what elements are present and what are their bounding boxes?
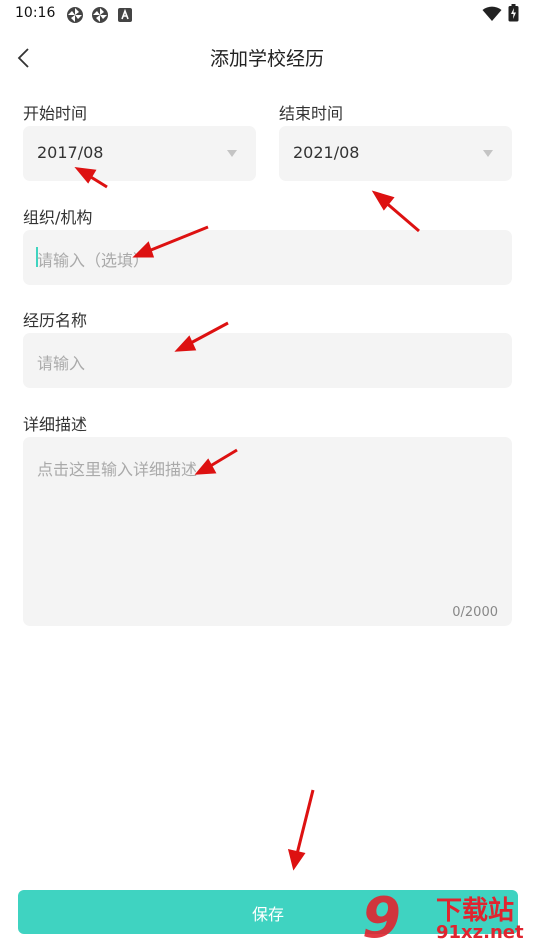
annotation-arrow-6 xyxy=(287,789,315,871)
nav-bar: 添加学校经历 xyxy=(0,34,534,80)
dropdown-arrow-icon xyxy=(227,150,237,157)
description-placeholder: 点击这里输入详细描述 xyxy=(37,460,198,479)
pinwheel-icon xyxy=(91,6,109,28)
organization-placeholder: 请输入（选填） xyxy=(37,251,150,270)
end-time-select[interactable]: 2021/08 xyxy=(279,126,512,181)
end-time-label: 结束时间 xyxy=(279,104,344,123)
start-time-label: 开始时间 xyxy=(23,104,88,123)
status-bar: 10:16 xyxy=(0,0,534,28)
experience-name-label: 经历名称 xyxy=(23,311,88,330)
start-time-value: 2017/08 xyxy=(37,143,104,162)
organization-label: 组织/机构 xyxy=(23,208,93,227)
start-time-select[interactable]: 2017/08 xyxy=(23,126,256,181)
pinwheel-icon xyxy=(66,6,84,28)
annotation-arrow-2 xyxy=(371,190,420,233)
watermark-url: 91xz.net xyxy=(436,922,524,943)
description-label: 详细描述 xyxy=(23,415,88,434)
battery-charging-icon xyxy=(508,4,519,26)
watermark: 9 下载站 91xz.net xyxy=(362,886,534,950)
experience-name-input[interactable]: 请输入 xyxy=(23,333,512,388)
status-time: 10:16 xyxy=(15,5,56,21)
page-title: 添加学校经历 xyxy=(209,48,324,70)
wifi-icon xyxy=(482,6,502,26)
character-counter: 0/2000 xyxy=(452,605,498,620)
end-time-value: 2021/08 xyxy=(293,143,360,162)
organization-input[interactable]: 请输入（选填） xyxy=(23,230,512,285)
description-textarea[interactable]: 点击这里输入详细描述 0/2000 xyxy=(23,437,512,626)
dropdown-arrow-icon xyxy=(483,150,493,157)
watermark-logo: 9 xyxy=(362,886,401,950)
app-a-icon xyxy=(118,7,132,26)
experience-name-placeholder: 请输入 xyxy=(37,354,86,373)
